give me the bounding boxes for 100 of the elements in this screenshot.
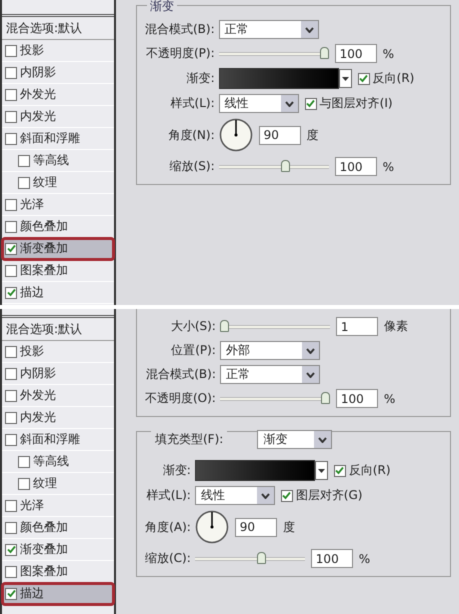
checkbox-label[interactable]: 图层对齐(G) xyxy=(296,487,362,504)
checkbox[interactable] xyxy=(5,264,17,276)
sidebar-item[interactable]: 纹理 xyxy=(2,172,114,194)
input-field[interactable]: 100 xyxy=(334,157,377,176)
sidebar-item[interactable]: 投影 xyxy=(2,40,114,62)
sidebar-item[interactable]: 投影 xyxy=(2,341,114,363)
checkbox-label[interactable]: 反向(R) xyxy=(372,70,414,87)
checkbox[interactable] xyxy=(5,198,17,210)
gradient-swatch[interactable] xyxy=(218,68,339,89)
sidebar-header[interactable]: 混合选项:默认 xyxy=(2,14,114,40)
checkbox[interactable] xyxy=(18,176,30,188)
checkbox[interactable] xyxy=(358,72,370,84)
checkbox[interactable] xyxy=(5,522,17,534)
sidebar-item[interactable]: 渐变叠加 xyxy=(2,539,114,561)
caret-icon[interactable] xyxy=(314,461,328,480)
sidebar-item[interactable]: 内阴影 xyxy=(2,363,114,385)
checkbox[interactable] xyxy=(18,456,30,468)
sidebar-item[interactable]: 等高线 xyxy=(2,451,114,473)
checkbox[interactable] xyxy=(5,500,17,512)
slider-thumb[interactable] xyxy=(220,320,229,332)
caret-icon[interactable] xyxy=(338,69,352,88)
sidebar-header[interactable]: 混合选项:默认 xyxy=(2,315,114,341)
checkbox[interactable] xyxy=(304,98,317,110)
input-field[interactable]: 1 xyxy=(336,317,378,336)
caret-icon[interactable] xyxy=(302,366,319,383)
checkbox[interactable] xyxy=(5,368,17,380)
checkbox-label[interactable]: 反向(R) xyxy=(348,462,390,479)
unit-label: % xyxy=(358,552,370,566)
checkbox[interactable] xyxy=(5,110,17,122)
sidebar-item[interactable]: 光泽 xyxy=(2,495,114,517)
field-label: 角度(A): xyxy=(145,518,191,536)
checkbox[interactable] xyxy=(5,242,17,254)
field-label: 混合模式(B): xyxy=(145,366,216,383)
gradient-swatch[interactable] xyxy=(194,460,315,481)
sidebar-item[interactable]: 渐变叠加 xyxy=(2,238,114,260)
input-field[interactable]: 100 xyxy=(310,549,353,568)
angle-dial-icon[interactable] xyxy=(218,118,253,152)
unit-label: % xyxy=(384,392,396,406)
sidebar-item[interactable]: 斜面和浮雕 xyxy=(2,429,114,451)
sidebar-item[interactable]: 内阴影 xyxy=(2,62,114,84)
angle-dial-icon[interactable] xyxy=(194,510,229,544)
sidebar-item[interactable]: 等高线 xyxy=(2,150,114,172)
dropdown[interactable]: 正常 xyxy=(218,20,319,39)
sidebar-item[interactable]: 斜面和浮雕 xyxy=(2,128,114,150)
field-label: 填充类型(F): xyxy=(151,431,228,448)
checkbox[interactable] xyxy=(5,132,17,144)
caret-icon[interactable] xyxy=(314,431,332,448)
input-field[interactable]: 90 xyxy=(258,126,301,144)
checkbox[interactable] xyxy=(5,88,17,100)
checkbox[interactable] xyxy=(5,44,17,56)
checkbox[interactable] xyxy=(18,478,30,490)
sidebar-item[interactable]: 内发光 xyxy=(2,106,114,128)
checkbox[interactable] xyxy=(5,544,17,556)
sidebar-item[interactable]: 描边 xyxy=(2,583,114,605)
dropdown[interactable]: 正常 xyxy=(220,365,320,384)
checkbox[interactable] xyxy=(5,434,17,446)
caret-icon[interactable] xyxy=(302,342,319,359)
unit-label: 度 xyxy=(306,126,319,144)
field-label: 样式(L): xyxy=(170,95,215,112)
input-field[interactable]: 100 xyxy=(336,389,378,408)
unit-label: % xyxy=(382,46,394,60)
dropdown[interactable]: 线性 xyxy=(194,486,275,505)
caret-icon[interactable] xyxy=(256,487,274,504)
sidebar-item[interactable]: 描边 xyxy=(2,282,114,304)
caret-icon[interactable] xyxy=(300,21,318,38)
checkbox[interactable] xyxy=(5,66,17,78)
sidebar-item[interactable]: 图案叠加 xyxy=(2,260,114,282)
checkbox[interactable] xyxy=(5,588,17,600)
input-field[interactable]: 90 xyxy=(234,518,277,536)
checkbox-label[interactable]: 与图层对齐(I) xyxy=(320,95,393,112)
dropdown[interactable]: 线性 xyxy=(218,94,299,113)
input-field[interactable]: 100 xyxy=(334,44,377,63)
sidebar-item[interactable]: 外发光 xyxy=(2,385,114,407)
checkbox[interactable] xyxy=(5,566,17,578)
field-label: 混合模式(B): xyxy=(145,21,215,38)
checkbox[interactable] xyxy=(5,346,17,358)
checkbox[interactable] xyxy=(5,390,17,402)
field-label: 渐变: xyxy=(162,462,191,479)
field-label: 不透明度(P): xyxy=(145,45,215,62)
field-label: 位置(P): xyxy=(170,342,216,359)
slider-thumb[interactable] xyxy=(257,552,266,564)
dropdown[interactable]: 渐变 xyxy=(257,430,332,449)
sidebar-item[interactable]: 外发光 xyxy=(2,84,114,106)
sidebar-item[interactable]: 纹理 xyxy=(2,473,114,495)
checkbox[interactable] xyxy=(334,464,346,476)
caret-icon[interactable] xyxy=(280,95,298,112)
sidebar-item[interactable]: 光泽 xyxy=(2,194,114,216)
slider-thumb[interactable] xyxy=(320,392,330,404)
checkbox[interactable] xyxy=(18,154,30,166)
field-label: 样式(L): xyxy=(146,487,191,504)
field-label: 不透明度(O): xyxy=(145,390,216,407)
slider-thumb[interactable] xyxy=(281,160,290,172)
checkbox[interactable] xyxy=(5,286,17,298)
checkbox[interactable] xyxy=(280,490,293,502)
dropdown[interactable]: 外部 xyxy=(220,341,320,360)
checkbox[interactable] xyxy=(5,412,17,424)
sidebar-item[interactable]: 内发光 xyxy=(2,407,114,429)
checkbox[interactable] xyxy=(5,220,17,232)
slider-thumb[interactable] xyxy=(320,46,329,58)
sidebar-item[interactable]: 颜色叠加 xyxy=(2,517,114,539)
